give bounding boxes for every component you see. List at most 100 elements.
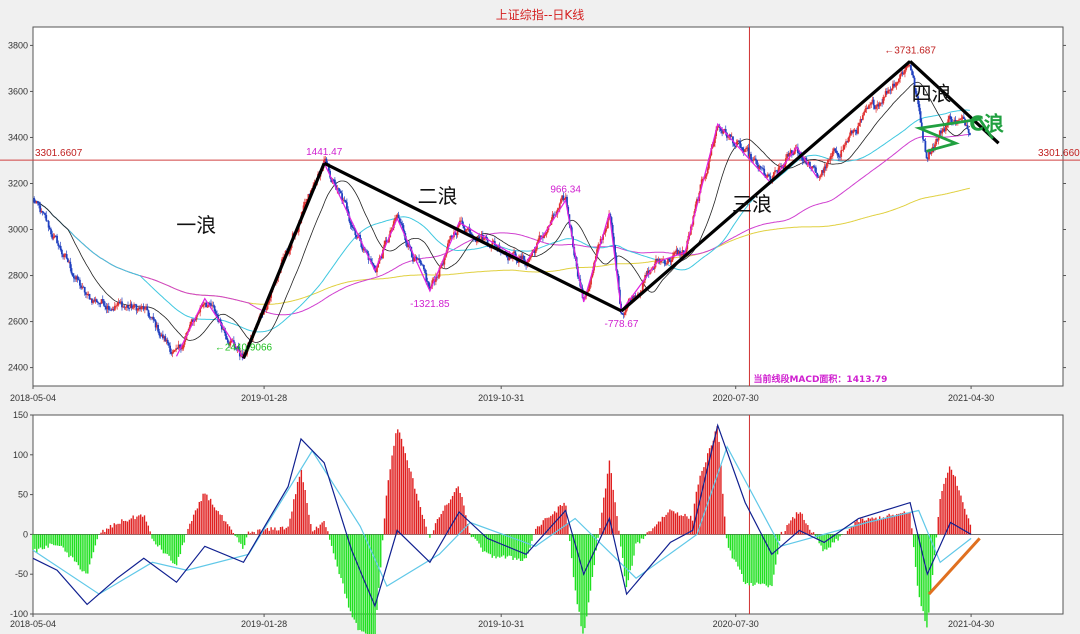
- pivot-annotation: -1321.85: [410, 299, 450, 310]
- candle-body: [754, 158, 757, 161]
- candle-body: [854, 129, 857, 132]
- candle-body: [930, 152, 933, 155]
- macd-x-tick-label: 2021-04-30: [948, 619, 994, 629]
- kline-macd-chart: 上证综指--日K线 2400 2600 2800 3000 3200 3400 3600 38…: [0, 7, 1080, 634]
- chart-title: 上证综指--日K线: [496, 7, 585, 22]
- candle-body: [397, 214, 400, 219]
- candle-body: [665, 263, 668, 265]
- candle-body: [152, 316, 155, 320]
- candle-body: [202, 304, 205, 306]
- candle-body: [898, 78, 900, 83]
- price-x-tick-label: 2020-07-30: [713, 393, 759, 403]
- candle-body: [896, 82, 899, 83]
- candle-body: [842, 145, 845, 150]
- candle-body: [741, 147, 744, 151]
- candle-body: [401, 223, 404, 226]
- candle-body: [352, 226, 354, 229]
- candle-body: [56, 235, 58, 244]
- candle-body: [41, 211, 44, 213]
- price-y-tick-label: 3800: [8, 40, 28, 50]
- price-y-tick-label: 2800: [8, 271, 28, 281]
- candle-body: [772, 172, 775, 177]
- candle-body: [904, 69, 906, 74]
- candle-body: [475, 241, 478, 243]
- price-panel: 2400 2600 2800 3000 3200 3400 3600 3800 2018-05-…: [0, 26, 1080, 403]
- price-y-tick-label: 3600: [8, 86, 28, 96]
- candle-body: [424, 269, 426, 273]
- candle-body: [128, 307, 131, 309]
- pivot-annotation: -778.67: [604, 319, 638, 330]
- candle-body: [674, 252, 677, 253]
- candle-body: [398, 218, 401, 222]
- candle-body: [146, 306, 149, 311]
- candle-body: [912, 75, 915, 78]
- candle-body: [33, 198, 36, 203]
- price-x-tick-label: 2021-04-30: [948, 393, 994, 403]
- candle-body: [181, 348, 184, 350]
- candle-body: [104, 305, 107, 308]
- candle-body: [605, 228, 608, 230]
- candle-body: [136, 308, 139, 311]
- candle-body: [147, 310, 150, 317]
- candle-body: [79, 279, 81, 286]
- candle-body: [962, 116, 965, 120]
- macd-y-tick-label: -50: [15, 569, 28, 579]
- candle-body: [448, 239, 451, 244]
- candle-body: [760, 167, 763, 169]
- candle-body: [829, 156, 832, 160]
- candle-body: [744, 149, 746, 153]
- candle-body: [83, 286, 86, 293]
- pivot-annotation: ←2440.9066: [215, 342, 273, 353]
- candle-body: [847, 137, 850, 142]
- candle-body: [107, 305, 110, 310]
- candle-body: [205, 302, 208, 308]
- candle-body: [895, 82, 898, 86]
- macd-y-tick-label: 100: [13, 450, 28, 460]
- candle-body: [623, 312, 626, 315]
- pivot-annotation: ←3731.687: [884, 45, 936, 56]
- candle-body: [924, 140, 927, 152]
- candle-body: [206, 306, 209, 308]
- candle-body: [48, 227, 51, 230]
- candle-body: [50, 229, 52, 235]
- candle-body: [966, 125, 969, 130]
- price-y-tick-label: 3200: [8, 178, 28, 188]
- candle-body: [752, 159, 755, 161]
- candle-body: [469, 232, 472, 235]
- candle-body: [815, 167, 817, 173]
- candle-body: [949, 116, 952, 120]
- candle-body: [143, 308, 146, 310]
- macd-y-tick-label: 150: [13, 410, 28, 420]
- candle-body: [466, 228, 469, 230]
- candle-body: [116, 305, 119, 307]
- macd-x-tick-label: 2019-01-28: [241, 619, 287, 629]
- candle-body: [768, 174, 770, 177]
- candle-body: [131, 307, 134, 309]
- candle-body: [101, 299, 104, 301]
- candle-body: [420, 262, 423, 265]
- candle-body: [830, 156, 833, 157]
- candle-body: [819, 175, 822, 177]
- candle-body: [835, 150, 838, 153]
- candle-body: [60, 249, 63, 255]
- reference-label-left: 3301.6607: [35, 148, 83, 159]
- candle-body: [668, 258, 671, 261]
- candle-body: [97, 302, 99, 303]
- wave-label: C浪: [969, 112, 1004, 136]
- candle-body: [960, 118, 963, 120]
- candle-body: [70, 268, 73, 274]
- candle-body: [71, 273, 74, 277]
- candle-body: [848, 135, 851, 138]
- candle-body: [65, 254, 68, 259]
- candle-body: [834, 148, 837, 151]
- candle-body: [899, 74, 902, 79]
- candle-body: [705, 173, 708, 177]
- wave-label: 三浪: [732, 192, 772, 216]
- candle-body: [831, 151, 834, 157]
- candle-body: [103, 300, 105, 306]
- macd-x-tick-label: 2018-05-04: [10, 619, 56, 629]
- candle-body: [836, 152, 839, 156]
- candle-body: [944, 127, 947, 132]
- candle-body: [76, 276, 79, 280]
- candle-body: [418, 258, 420, 261]
